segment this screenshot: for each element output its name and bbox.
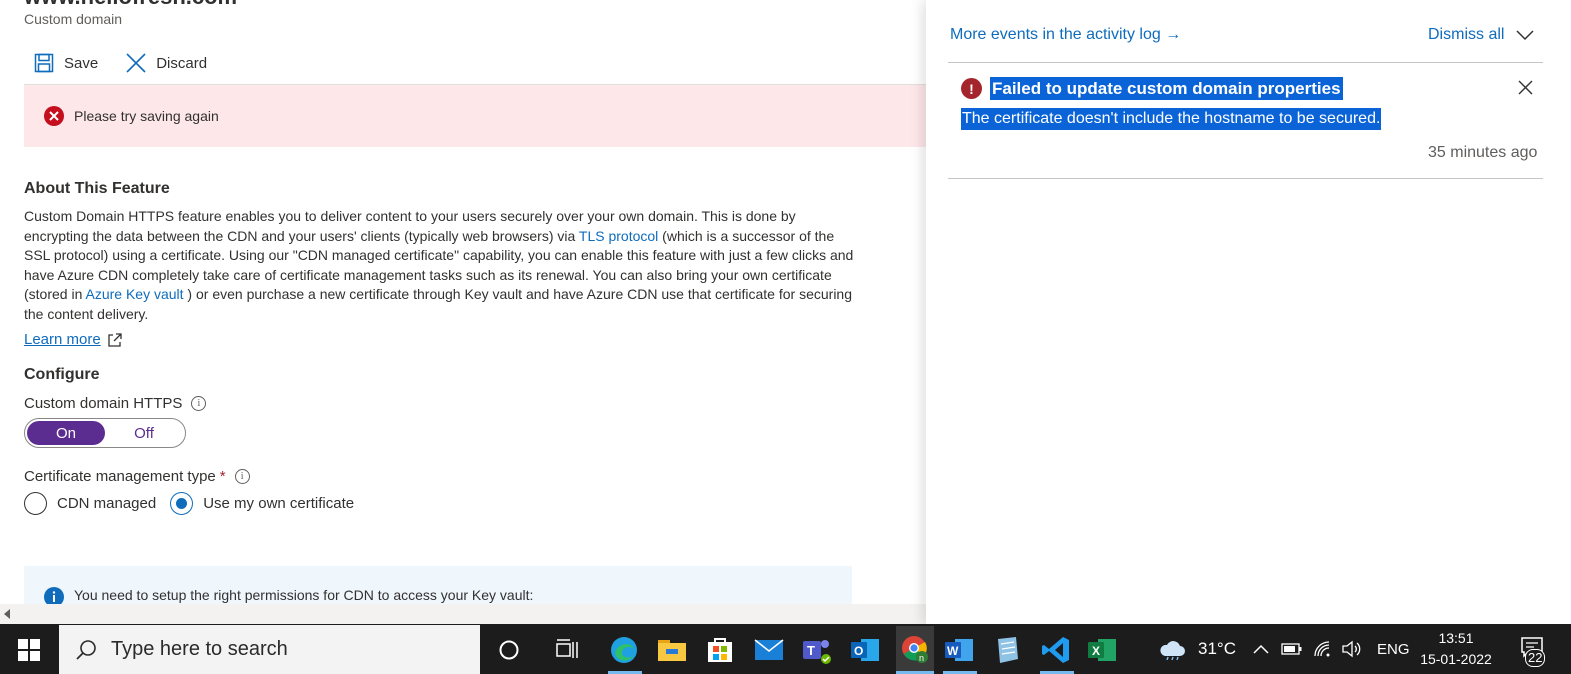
error-message-text: Please try saving again xyxy=(74,108,219,124)
save-icon xyxy=(34,53,54,73)
notification-description: The certificate doesn't include the host… xyxy=(961,108,1382,130)
radio-button[interactable] xyxy=(24,492,47,515)
certificate-management-label: Certificate management type * i xyxy=(24,468,250,485)
svg-text:O: O xyxy=(854,644,863,658)
info-icon[interactable]: i xyxy=(234,469,250,484)
dismiss-all-button[interactable]: Dismiss all xyxy=(1428,26,1534,44)
search-icon xyxy=(76,639,96,660)
radio-use-own-certificate[interactable]: Use my own certificate xyxy=(170,492,354,515)
store-icon[interactable] xyxy=(704,634,736,666)
mail-icon[interactable] xyxy=(753,634,785,666)
horizontal-scrollbar[interactable] xyxy=(0,604,926,624)
discard-button[interactable]: Discard xyxy=(116,53,207,73)
radio-own-certificate-label: Use my own certificate xyxy=(203,495,355,512)
learn-more-label: Learn more xyxy=(24,331,101,348)
radio-cdn-managed[interactable]: CDN managed xyxy=(24,492,156,515)
radio-button-selected[interactable] xyxy=(170,492,194,515)
notifications-divider xyxy=(948,62,1543,63)
azure-key-vault-link[interactable]: Azure Key vault xyxy=(85,286,183,302)
screen: www.hellofresh.com Custom domain Save Di… xyxy=(0,0,1571,674)
taskbar-search-box[interactable]: Type here to search xyxy=(59,625,480,674)
notification-time: 35 minutes ago xyxy=(1428,144,1538,161)
chevron-down-icon xyxy=(1516,30,1534,41)
outlook-icon[interactable]: O xyxy=(849,634,881,666)
external-link-icon xyxy=(108,332,122,347)
discard-label: Discard xyxy=(156,54,208,72)
notification-title: Failed to update custom domain propertie… xyxy=(990,77,1343,100)
info-icon[interactable]: i xyxy=(191,396,207,411)
system-tray: ENG xyxy=(1253,624,1410,674)
teams-icon[interactable]: T xyxy=(801,634,833,666)
dismiss-all-label: Dismiss all xyxy=(1428,26,1505,43)
discard-icon xyxy=(126,53,146,73)
notification-count-badge: 22 xyxy=(1525,649,1546,667)
weather-temperature: 31°C xyxy=(1198,639,1236,658)
windows-start-icon[interactable] xyxy=(18,639,40,661)
error-message-bar: Please try saving again xyxy=(24,85,926,147)
certificate-type-radio-group: CDN managed Use my own certificate xyxy=(24,492,368,515)
learn-more-link[interactable]: Learn more xyxy=(24,331,123,348)
notifications-divider xyxy=(948,178,1543,179)
weather-widget[interactable]: 31°C xyxy=(1158,624,1236,674)
clock-date: 15-01-2022 xyxy=(1420,651,1492,667)
wifi-icon[interactable] xyxy=(1313,640,1333,658)
page-subtitle: Custom domain xyxy=(24,11,123,27)
custom-domain-blade: www.hellofresh.com Custom domain Save Di… xyxy=(0,0,926,624)
notepad-icon[interactable] xyxy=(991,634,1023,666)
scroll-left-arrow-icon[interactable] xyxy=(4,609,10,619)
error-icon xyxy=(44,106,64,126)
https-label-text: Custom domain HTTPS xyxy=(24,395,183,412)
cortana-icon[interactable] xyxy=(493,634,525,666)
language-indicator[interactable]: ENG xyxy=(1377,641,1410,658)
close-icon[interactable] xyxy=(1518,80,1533,95)
excel-icon[interactable]: X xyxy=(1086,634,1118,666)
clock[interactable]: 13:51 15-01-2022 xyxy=(1418,628,1494,670)
svg-text:W: W xyxy=(947,644,959,658)
svg-text:n: n xyxy=(919,653,924,663)
activity-log-link[interactable]: More events in the activity log → xyxy=(950,26,1181,44)
windows-taskbar: Type here to search T O n W X 31°C ENG 1… xyxy=(0,624,1571,674)
configure-heading: Configure xyxy=(24,366,100,383)
volume-icon[interactable] xyxy=(1341,640,1363,658)
edge-icon[interactable] xyxy=(608,634,640,666)
clock-time: 13:51 xyxy=(1438,630,1474,646)
chrome-icon[interactable]: n xyxy=(896,626,934,672)
save-label: Save xyxy=(64,54,99,72)
cert-label-text: Certificate management type xyxy=(24,468,216,485)
toggle-off-option[interactable]: Off xyxy=(105,421,183,445)
save-button[interactable]: Save xyxy=(24,53,98,73)
word-icon[interactable]: W xyxy=(943,634,975,666)
action-center-button[interactable]: 22 xyxy=(1520,636,1546,667)
tls-protocol-link[interactable]: TLS protocol xyxy=(579,228,658,244)
radio-cdn-managed-label: CDN managed xyxy=(57,495,157,512)
svg-text:T: T xyxy=(807,643,815,658)
cloud-icon xyxy=(1160,641,1185,660)
command-bar: Save Discard xyxy=(24,48,225,78)
info-message-text: You need to setup the right permissions … xyxy=(74,587,534,603)
notifications-pane: More events in the activity log → Dismis… xyxy=(926,0,1571,624)
required-asterisk: * xyxy=(219,468,226,485)
vscode-icon[interactable] xyxy=(1040,634,1072,666)
toggle-on-option[interactable]: On xyxy=(27,421,105,445)
show-hidden-icons-chevron-up-icon[interactable] xyxy=(1253,643,1269,655)
task-view-icon[interactable] xyxy=(551,634,583,666)
svg-text:X: X xyxy=(1092,644,1100,658)
battery-icon[interactable] xyxy=(1281,642,1303,656)
https-toggle[interactable]: On Off xyxy=(24,418,186,448)
custom-domain-https-label: Custom domain HTTPS i xyxy=(24,395,207,412)
search-placeholder: Type here to search xyxy=(111,638,288,660)
error-exclamation-icon: ! xyxy=(961,78,982,99)
file-explorer-icon[interactable] xyxy=(656,634,688,666)
page-title: www.hellofresh.com xyxy=(24,0,237,10)
about-description: Custom Domain HTTPS feature enables you … xyxy=(24,207,854,325)
about-heading: About This Feature xyxy=(24,180,170,197)
